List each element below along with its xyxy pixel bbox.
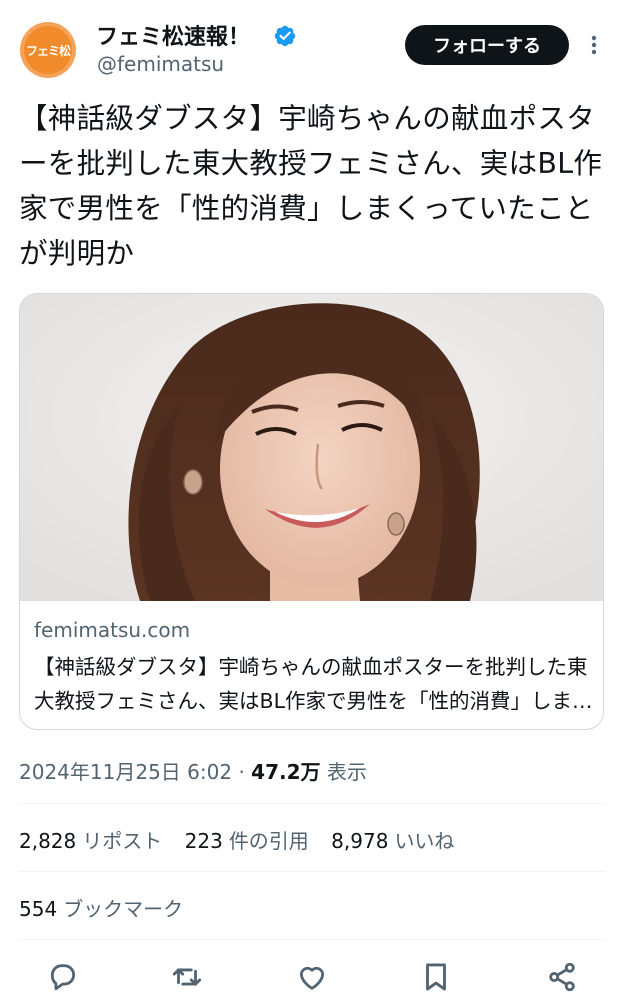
- display-name[interactable]: フェミ松速報！: [96, 19, 250, 51]
- share-button[interactable]: [545, 960, 579, 994]
- reposts-count: 2,828: [19, 829, 77, 853]
- bookmarks-label: ブックマーク: [63, 897, 184, 921]
- repost-button[interactable]: [170, 960, 204, 994]
- bookmarks-stat[interactable]: 554 ブックマーク: [19, 893, 183, 922]
- action-bar: [0, 955, 624, 999]
- link-card[interactable]: femimatsu.com 【神話級ダブスタ】宇崎ちゃんの献血ポスターを批判した…: [19, 293, 604, 730]
- quotes-label: 件の引用: [228, 829, 309, 853]
- user-handle[interactable]: @femimatsu: [97, 52, 224, 76]
- reply-button[interactable]: [46, 960, 80, 994]
- more-options-icon[interactable]: [584, 30, 604, 60]
- bookmark-icon: [426, 963, 446, 991]
- divider: [19, 803, 605, 804]
- bookmark-button[interactable]: [419, 960, 453, 994]
- bookmarks-count: 554: [19, 897, 58, 921]
- divider: [19, 871, 605, 872]
- views-label: 表示: [326, 760, 367, 784]
- portrait-photo: [20, 294, 603, 601]
- verified-badge-icon: [274, 25, 296, 47]
- views-count: 47.2万: [251, 760, 321, 784]
- reposts-stat[interactable]: 2,828 リポスト: [19, 825, 162, 854]
- likes-count: 8,978: [331, 829, 389, 853]
- likes-stat[interactable]: 8,978 いいね: [331, 825, 454, 854]
- like-icon: [299, 966, 325, 990]
- timestamp[interactable]: 2024年11月25日 6:02: [19, 760, 232, 784]
- tweet-header: フェミ松 フェミ松速報！ @femimatsu フォローする: [0, 0, 624, 90]
- quotes-count: 223: [184, 829, 223, 853]
- reply-icon: [50, 964, 76, 991]
- card-domain: femimatsu.com: [34, 618, 191, 642]
- follow-button[interactable]: フォローする: [405, 25, 569, 65]
- likes-label: いいね: [394, 829, 455, 853]
- repost-icon: [172, 968, 202, 986]
- like-button[interactable]: [295, 960, 329, 994]
- avatar-text: フェミ松: [24, 26, 72, 74]
- card-image: [20, 294, 603, 601]
- share-icon: [549, 962, 575, 992]
- meta-separator: ·: [238, 760, 245, 784]
- tweet-text: 【神話級ダブスタ】宇崎ちゃんの献血ポスターを批判した東大教授フェミさん、実はBL…: [19, 102, 603, 270]
- divider: [19, 939, 605, 940]
- reposts-label: リポスト: [82, 829, 163, 853]
- tweet-meta: 2024年11月25日 6:02 · 47.2万 表示: [19, 756, 367, 785]
- card-title: 【神話級ダブスタ】宇崎ちゃんの献血ポスターを批判した東大教授フェミさん、実はBL…: [34, 655, 593, 713]
- avatar[interactable]: フェミ松: [20, 22, 76, 78]
- engagement-stats: 2,828 リポスト 223 件の引用 8,978 いいね: [19, 825, 470, 854]
- quotes-stat[interactable]: 223 件の引用: [185, 825, 309, 854]
